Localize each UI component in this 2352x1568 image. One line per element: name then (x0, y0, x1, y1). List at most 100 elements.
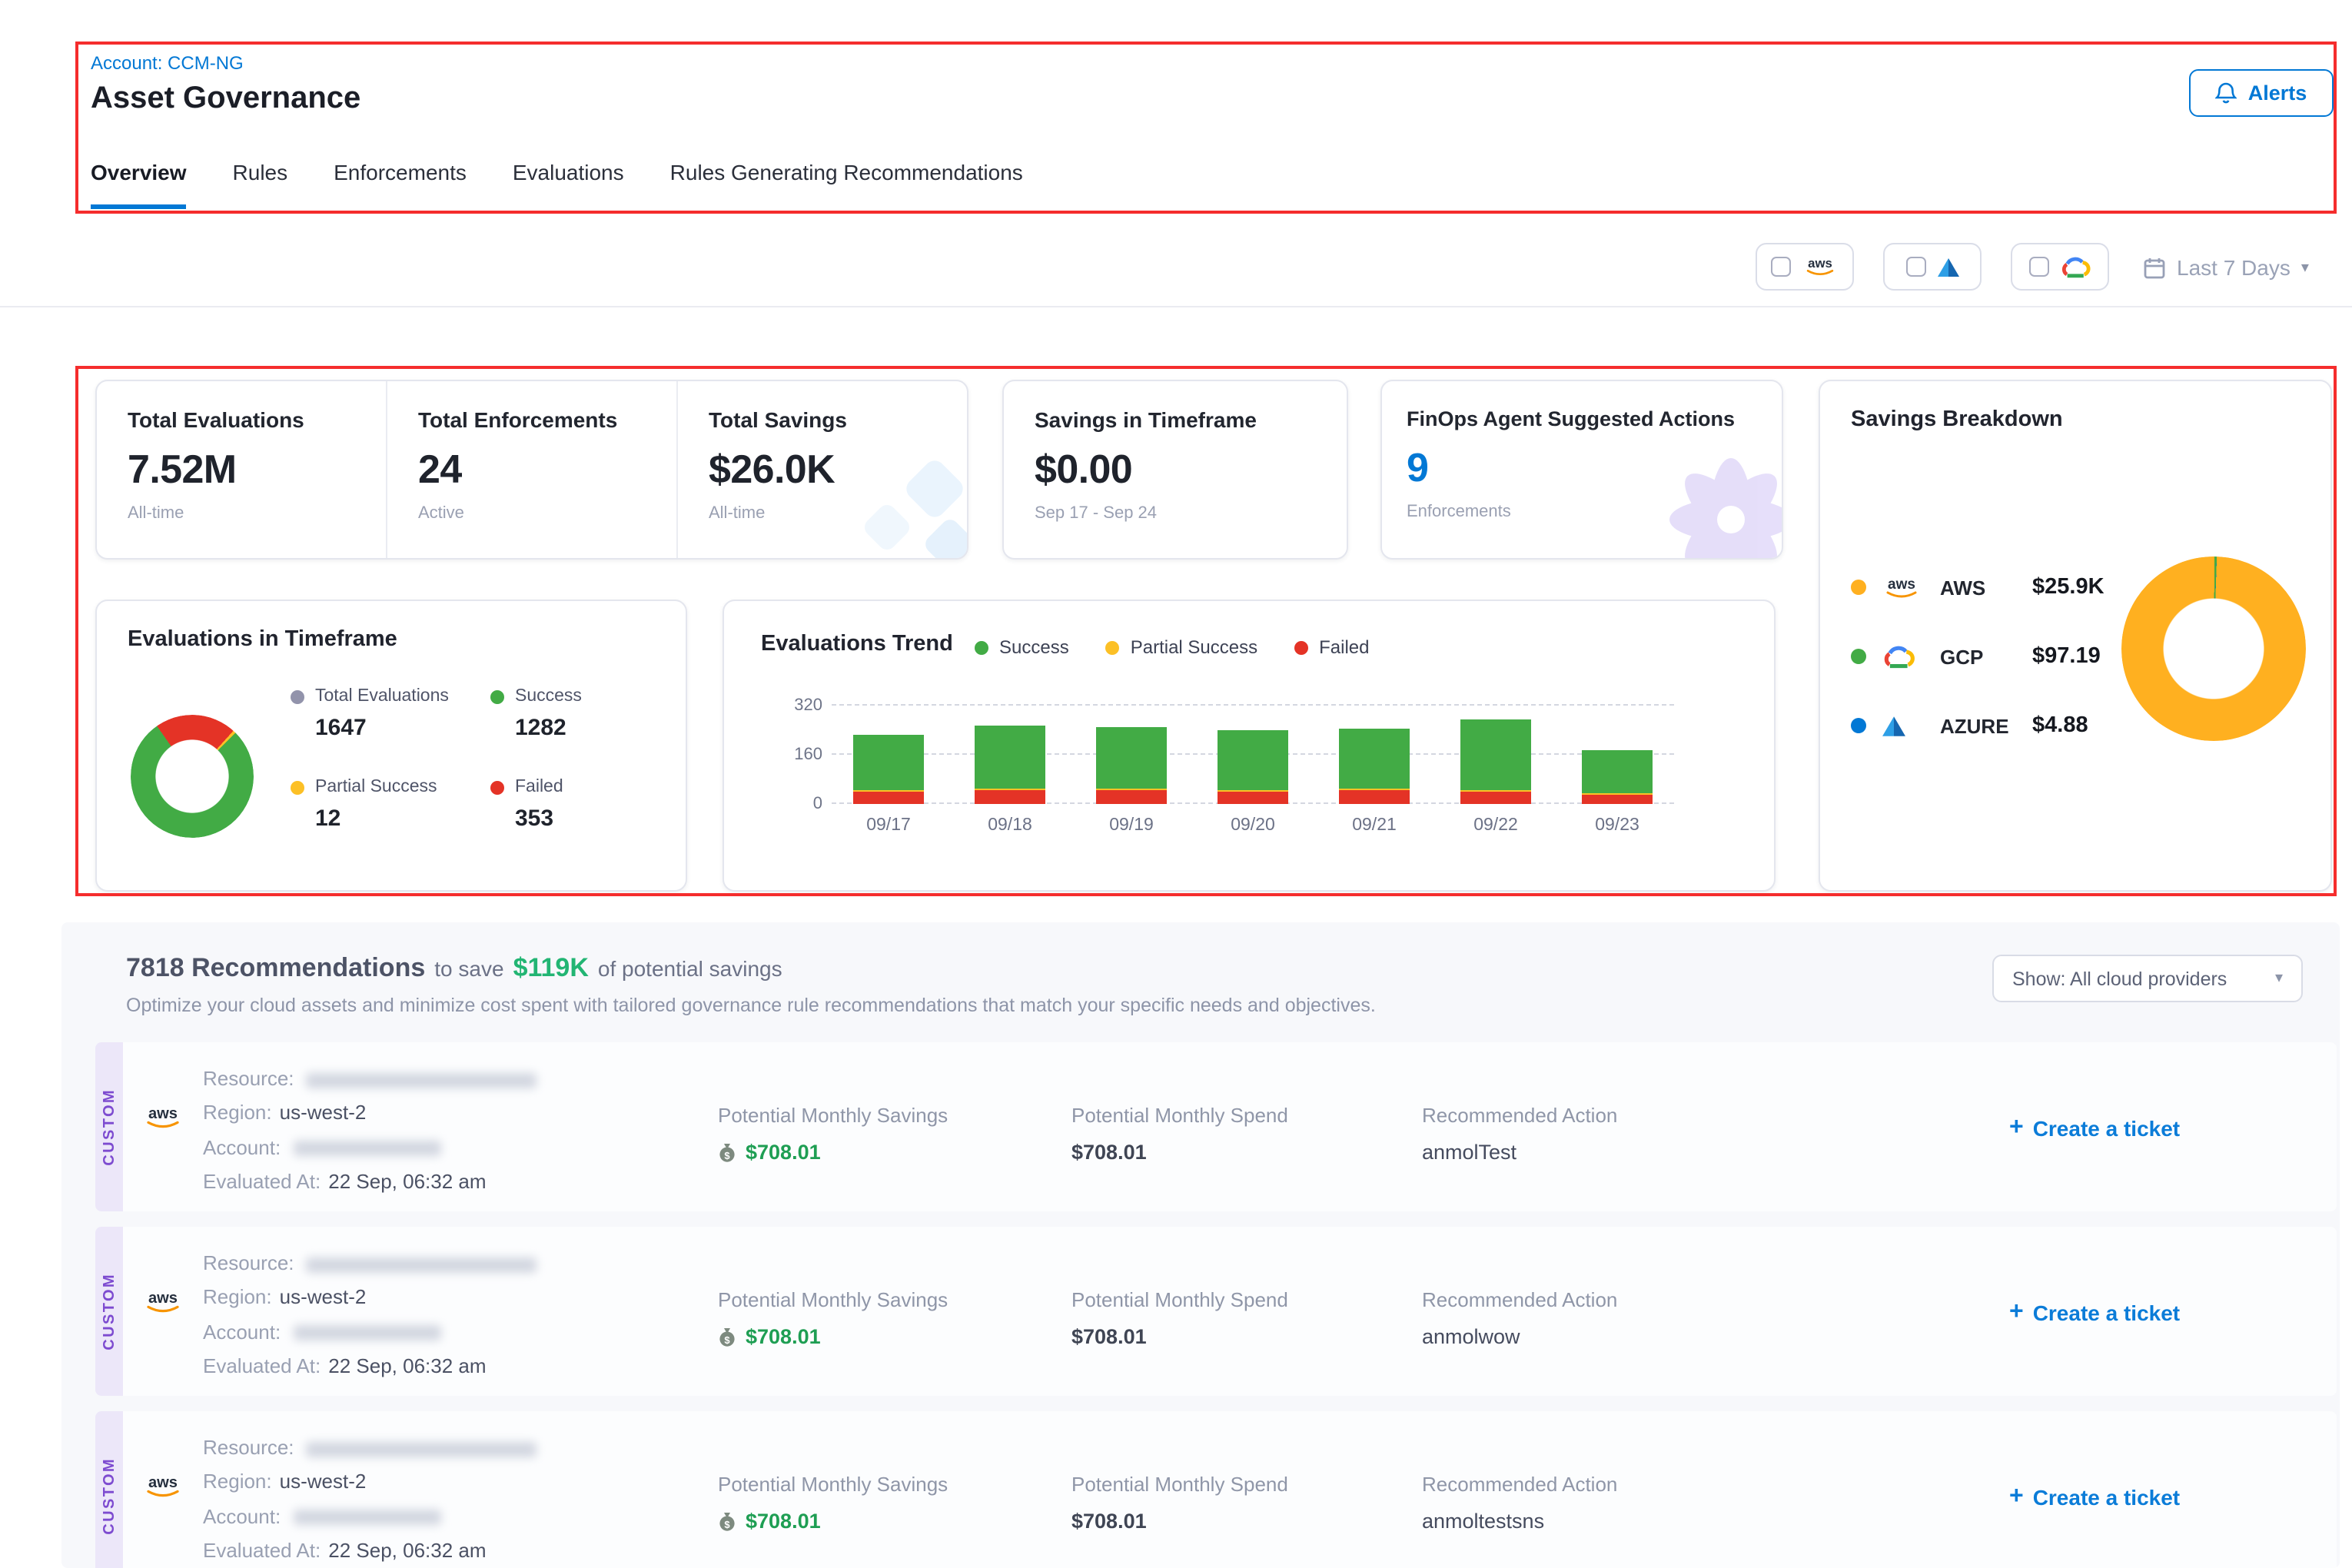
cloud-provider-dropdown[interactable]: Show: All cloud providers ▾ (1992, 955, 2303, 1002)
legend-label: Failed (1319, 636, 1369, 658)
tab-evaluations[interactable]: Evaluations (513, 160, 624, 209)
trend-y-tick: 160 (770, 746, 822, 764)
provider-filter-aws[interactable]: aws (1756, 243, 1854, 291)
legend-item-success: Success 1282 (490, 687, 687, 741)
recommendations-section: 7818 Recommendations to save $119K of po… (61, 922, 2340, 1568)
column-label: Recommended Action (1422, 1104, 1617, 1127)
create-ticket-button[interactable]: + Create a ticket (2009, 1116, 2180, 1141)
svg-text:$: $ (724, 1518, 730, 1530)
region-line: Region:us-west-2 (203, 1097, 537, 1131)
tab-rules[interactable]: Rules (233, 160, 288, 209)
failed-dot (490, 780, 504, 794)
stat-value: $26.0K (709, 446, 936, 493)
evaluated-at-label: Evaluated At: (203, 1170, 321, 1193)
provider-name: AZURE (1940, 714, 2020, 737)
create-ticket-button[interactable]: + Create a ticket (2009, 1301, 2180, 1325)
aws-icon: aws (141, 1104, 184, 1139)
region-value: us-west-2 (280, 1470, 367, 1493)
stat-label: Total Evaluations (128, 407, 355, 432)
stat-caption: Sep 17 - Sep 24 (1035, 504, 1316, 523)
dropdown-label: Show: All cloud providers (2012, 968, 2227, 989)
azure-checkbox[interactable] (1905, 257, 1925, 277)
legend-value: 353 (515, 806, 687, 832)
custom-tag-label: CUSTOM (101, 1457, 118, 1535)
legend-item-aws: aws AWS $25.9K (1851, 569, 2105, 606)
resource-label: Resource: (203, 1251, 294, 1274)
potential-monthly-spend: Potential Monthly Spend $708.01 (1071, 1473, 1288, 1533)
stat-caption: Enforcements (1407, 503, 1757, 521)
tab-enforcements[interactable]: Enforcements (334, 160, 467, 209)
create-ticket-button[interactable]: + Create a ticket (2009, 1485, 2180, 1510)
account-label: Account: (203, 1136, 281, 1159)
trend-bar (1582, 750, 1653, 804)
svg-text:aws: aws (148, 1474, 178, 1491)
column-label: Potential Monthly Spend (1071, 1288, 1288, 1311)
evaluations-trend-chart: 0160320 (832, 693, 1674, 804)
legend-item-failed: Failed (1294, 636, 1369, 658)
region-line: Region:us-west-2 (203, 1281, 537, 1316)
page-title: Asset Governance (91, 81, 360, 117)
legend-item-gcp: GCP $97.19 (1851, 638, 2105, 675)
evaluations-trend-card: Evaluations Trend Success Partial Succes… (723, 600, 1776, 892)
resource-line: Resource: (203, 1062, 537, 1097)
column-label: Potential Monthly Spend (1071, 1104, 1288, 1127)
heading-text: of potential savings (598, 956, 782, 981)
date-range-label: Last 7 Days (2177, 255, 2291, 280)
aws-icon: aws (141, 1473, 184, 1508)
provider-savings: $97.19 (2032, 644, 2105, 669)
provider-filter-azure[interactable] (1883, 243, 1982, 291)
stat-value: 24 (418, 446, 646, 493)
legend-label: Success (515, 687, 582, 706)
resource-line: Resource: (203, 1247, 537, 1281)
tab-rules-generating-recommendations[interactable]: Rules Generating Recommendations (670, 160, 1023, 209)
total-dot (291, 689, 304, 703)
stat-value: 7.52M (128, 446, 355, 493)
evaluated-at-value: 22 Sep, 06:32 am (328, 1354, 486, 1377)
recommendation-rows: CUSTOM aws Resource: Region:us-west-2 Ac… (95, 1042, 2337, 1568)
alerts-button[interactable]: Alerts (2189, 69, 2334, 117)
stat-total-evaluations: Total Evaluations 7.52M All-time (97, 381, 386, 558)
custom-tag-label: CUSTOM (101, 1273, 118, 1350)
legend-item-azure: AZURE $4.88 (1851, 707, 2105, 744)
redacted-resource (307, 1441, 537, 1457)
stat-total-enforcements: Total Enforcements 24 Active (386, 381, 676, 558)
recommendations-heading: 7818 Recommendations to save $119K of po… (126, 953, 782, 984)
tab-overview[interactable]: Overview (91, 160, 187, 209)
trend-x-label: 09/23 (1582, 816, 1653, 835)
region-value: us-west-2 (280, 1101, 367, 1125)
savings-value: $708.01 (746, 1510, 821, 1533)
provider-savings: $25.9K (2032, 575, 2105, 600)
resource-details: Resource: Region:us-west-2 Account: Eval… (203, 1431, 537, 1568)
legend-label: Partial Success (1131, 636, 1257, 658)
resource-label: Resource: (203, 1067, 294, 1090)
stat-caption: Active (418, 504, 646, 523)
stat-label: Total Savings (709, 407, 936, 432)
evaluated-at-label: Evaluated At: (203, 1354, 321, 1377)
evaluated-line: Evaluated At:22 Sep, 06:32 am (203, 1165, 537, 1200)
plus-icon: + (2009, 1301, 2024, 1325)
gcp-checkbox[interactable] (2029, 257, 2049, 277)
trend-x-label: 09/21 (1339, 816, 1410, 835)
card-title: Evaluations Trend (761, 632, 953, 656)
region-label: Region: (203, 1470, 272, 1493)
stat-label: Total Enforcements (418, 407, 646, 432)
custom-tag-label: CUSTOM (101, 1088, 118, 1166)
trend-legend: Success Partial Success Failed (975, 636, 1370, 658)
aws-checkbox[interactable] (1771, 257, 1791, 277)
trend-bar (1339, 729, 1410, 804)
date-range-picker[interactable]: Last 7 Days ▾ (2143, 247, 2309, 287)
svg-text:$: $ (724, 1149, 730, 1161)
stat-caption: All-time (709, 504, 936, 523)
legend-label: Total Evaluations (315, 687, 449, 706)
resource-details: Resource: Region:us-west-2 Account: Eval… (203, 1247, 537, 1384)
provider-filter-gcp[interactable] (2011, 243, 2109, 291)
legend-label: Failed (515, 778, 563, 796)
trend-y-tick: 0 (770, 795, 822, 813)
evaluated-at-value: 22 Sep, 06:32 am (328, 1539, 486, 1562)
account-breadcrumb[interactable]: Account: CCM-NG (91, 52, 244, 74)
stat-value: 9 (1407, 444, 1757, 492)
aws-legend-dot (1851, 580, 1866, 595)
legend-label: Partial Success (315, 778, 437, 796)
account-line: Account: (203, 1131, 537, 1166)
action-value: anmolTest (1422, 1141, 1517, 1164)
